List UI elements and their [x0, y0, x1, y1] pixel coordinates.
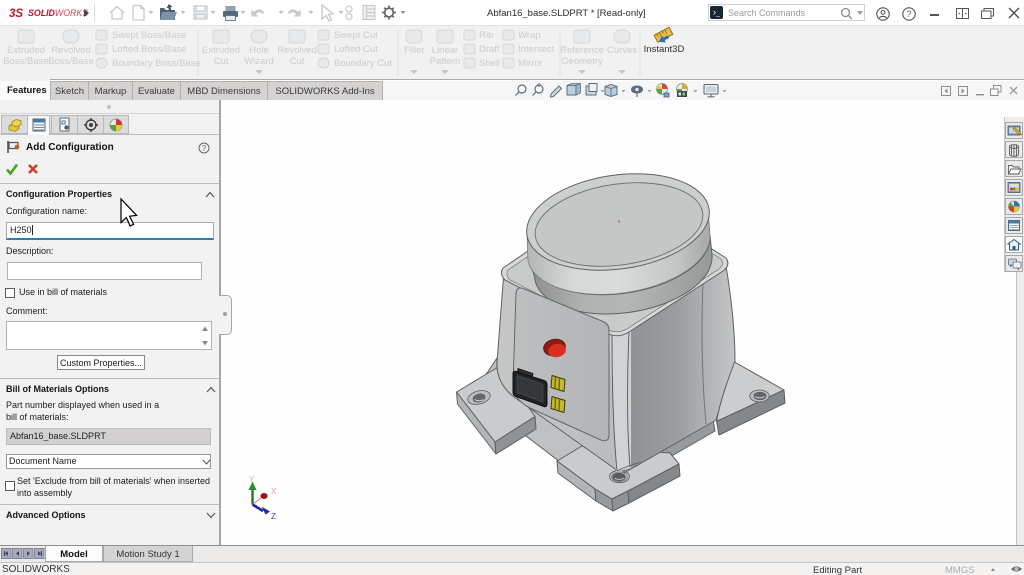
svg-text:X: X	[271, 487, 277, 496]
svg-text:Z: Z	[271, 512, 276, 521]
